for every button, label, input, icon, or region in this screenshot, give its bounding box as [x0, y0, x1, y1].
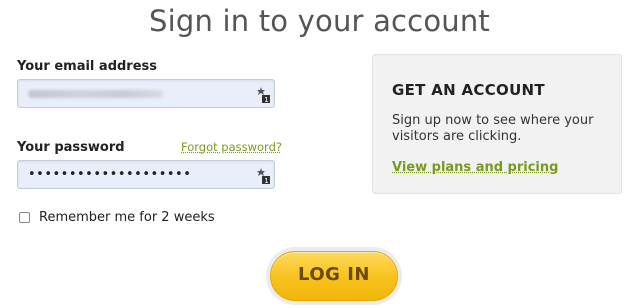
keychain-icon[interactable]: 1 [256, 87, 270, 103]
forgot-password-link[interactable]: Forgot password? [181, 140, 282, 154]
page-title: Sign in to your account [148, 4, 491, 38]
password-label: Your password [17, 140, 125, 155]
email-input[interactable] [26, 80, 248, 107]
password-field[interactable]: •••••••••••••••••••• 1 [17, 160, 275, 189]
login-button-label: LOG IN [298, 264, 370, 285]
remember-me-label[interactable]: Remember me for 2 weeks [39, 210, 215, 225]
get-account-panel: GET AN ACCOUNT Sign up now to see where … [372, 54, 622, 194]
svg-text:1: 1 [264, 96, 268, 103]
get-account-description: Sign up now to see where your visitors a… [392, 113, 594, 144]
svg-text:1: 1 [264, 177, 268, 184]
get-account-heading: GET AN ACCOUNT [392, 81, 545, 99]
login-button[interactable]: LOG IN [270, 251, 398, 301]
keychain-icon[interactable]: 1 [256, 168, 270, 184]
view-plans-link[interactable]: View plans and pricing [392, 160, 558, 175]
email-label: Your email address [17, 59, 158, 74]
password-dots: •••••••••••••••••••• [28, 167, 192, 182]
email-field[interactable]: 1 [17, 79, 275, 108]
remember-me-checkbox[interactable] [19, 212, 30, 223]
login-button-container: LOG IN [266, 247, 402, 305]
